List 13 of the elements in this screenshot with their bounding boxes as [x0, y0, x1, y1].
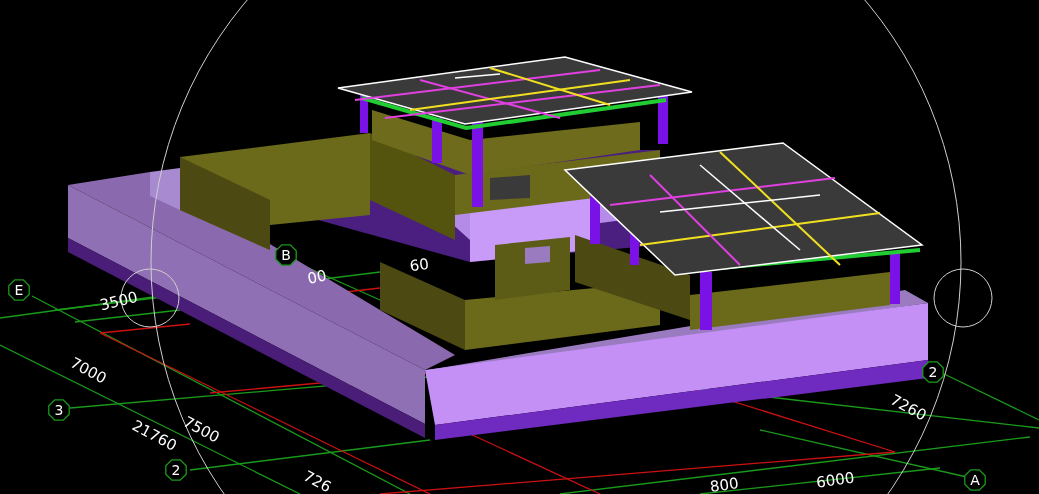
grid-axis-marker: E [8, 279, 30, 301]
rotate-handle[interactable] [933, 268, 993, 328]
dimension-label: 800 [708, 474, 740, 494]
grid-axis-marker: 3 [48, 399, 70, 421]
dimension-label: 726 [300, 466, 335, 494]
grid-axis-marker: A [964, 469, 986, 491]
grid-axis-marker: B [275, 244, 297, 266]
dimension-label: 3500 [98, 287, 140, 315]
dimension-label: 00 [305, 266, 329, 288]
dimension-label: 6000 [815, 468, 856, 492]
grid-axis-marker: 2 [922, 361, 944, 383]
dimension-label: 60 [408, 254, 430, 276]
grid-axis-marker: 2 [165, 459, 187, 481]
